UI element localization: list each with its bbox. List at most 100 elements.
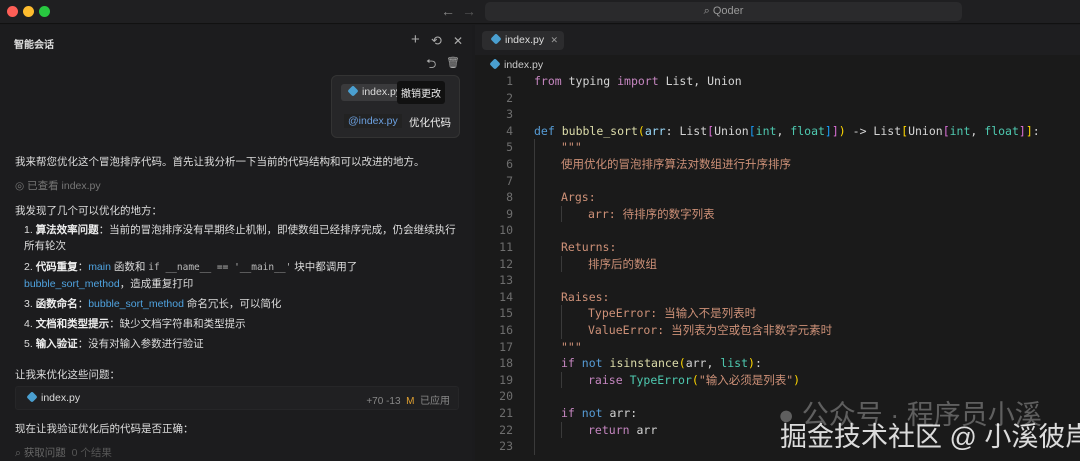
code-token: arr, [685, 356, 721, 371]
code-line[interactable]: 使用优化的冒泡排序算法对数组进行升序排序 [561, 156, 791, 173]
line-number: 17 [499, 339, 513, 354]
code-line[interactable]: Args: [561, 189, 596, 206]
minimize-window-button[interactable] [23, 6, 34, 17]
code-line[interactable]: from typing import List, Union [534, 73, 742, 90]
tool-result: 0 个结果 [71, 447, 112, 459]
undo-icon[interactable]: ⮌ [426, 55, 436, 77]
panel-title: 智能会话 [14, 40, 54, 51]
code-line[interactable]: raise TypeError("输入必须是列表") [588, 372, 800, 389]
code-link[interactable]: bubble_sort_method [88, 298, 184, 310]
maximize-window-button[interactable] [39, 6, 50, 17]
code-token: typing [561, 74, 618, 88]
code-line[interactable]: return arr [588, 422, 657, 439]
code-token: not [581, 356, 603, 371]
code-token: 排序后的数组 [588, 256, 657, 271]
code-line[interactable]: def bubble_sort(arr: List[Union[int, flo… [534, 123, 1040, 140]
indent-guide [534, 421, 535, 439]
command-search[interactable]: ⌕ Qoder [485, 2, 962, 21]
indent-guide [534, 139, 535, 156]
history-icon[interactable]: ⟲ [431, 33, 442, 49]
line-number: 18 [499, 356, 513, 371]
trash-icon[interactable]: 🗑 [446, 56, 460, 69]
indent-guide [534, 305, 535, 322]
indent-guide [534, 288, 535, 306]
indent-guide [534, 322, 535, 339]
list-item: 3. 函数命名：bubble_sort_method 命名冗长，可以简化 [24, 298, 282, 310]
code-token: ] [831, 123, 839, 138]
user-prompt: 优化代码 [409, 117, 451, 129]
forward-arrow-icon[interactable]: → [462, 3, 476, 19]
code-token: ( [678, 356, 686, 371]
code-token: float [984, 123, 1019, 138]
file-mention[interactable]: @index.py [344, 114, 402, 128]
code-token: ) [793, 372, 801, 387]
python-file-icon [490, 33, 502, 45]
list-item: 1. 算法效率问题：当前的冒泡排序没有早期终止机制，即使数组已经排序完成，仍会继… [24, 224, 456, 252]
viewed-label: 已查看 [27, 180, 59, 192]
code-token: return [588, 422, 630, 437]
close-icon[interactable]: ✕ [453, 34, 463, 48]
new-chat-plus-icon[interactable]: + [411, 31, 420, 48]
breadcrumb-file: index.py [504, 59, 544, 71]
list-item: 2. 代码重复：main 函数和 if __name__ == '__main_… [24, 261, 358, 290]
code-link[interactable]: bubble_sort_method [24, 278, 120, 290]
tab-close-icon[interactable]: ✕ [550, 31, 558, 50]
close-window-button[interactable] [7, 6, 18, 17]
code-token: ValueError: 当列表为空或包含非数字元素时 [588, 323, 833, 337]
line-number: 1 [506, 74, 513, 88]
search-label: Qoder [712, 5, 744, 17]
modified-badge: M [406, 396, 415, 407]
eye-icon: ◎ [15, 180, 28, 192]
line-number: 7 [506, 173, 513, 188]
code-token: int [755, 123, 777, 138]
code-token: if [561, 406, 575, 420]
lines-added: +70 [366, 396, 384, 407]
indent-guide [534, 255, 535, 273]
code-line[interactable]: Raises: [561, 289, 609, 306]
indent-guide [534, 205, 535, 223]
code-line[interactable]: if not isinstance(arr, list): [561, 355, 762, 372]
viewed-file-status[interactable]: ◎ 已查看 index.py [15, 178, 101, 193]
code-token: Args: [561, 190, 596, 205]
indent-guide [561, 371, 562, 389]
line-number: 10 [499, 223, 513, 238]
line-number: 19 [499, 372, 513, 387]
line-number: 21 [499, 406, 513, 420]
indent-guide [534, 239, 535, 256]
file-chip[interactable]: index.py [341, 84, 399, 101]
back-arrow-icon[interactable]: ← [441, 3, 455, 19]
code-token: : [754, 356, 762, 371]
code-token: arr: 待排序的数字列表 [588, 206, 715, 221]
tab-index-py[interactable]: index.py ✕ [482, 31, 564, 50]
line-number: 12 [499, 256, 513, 271]
indent-guide [561, 255, 562, 273]
assistant-intro: 我来帮您优化这个冒泡排序代码。首先让我分析一下当前的代码结构和可以改进的地方。 [15, 156, 425, 168]
code-line[interactable]: if not arr: [561, 405, 637, 422]
code-token: ] [1025, 123, 1033, 138]
code-token: : [1032, 123, 1040, 138]
tooltip: 撤销更改 [397, 81, 445, 104]
edited-file-card[interactable]: index.py +70 -13 M 已应用 [15, 386, 459, 410]
code-line[interactable]: """ [561, 139, 582, 156]
code-token: arr [644, 123, 666, 138]
code-line[interactable]: arr: 待排序的数字列表 [588, 206, 715, 223]
code-line[interactable]: ValueError: 当列表为空或包含非数字元素时 [588, 322, 832, 339]
indent-guide [534, 371, 535, 389]
code-line[interactable]: """ [561, 339, 582, 356]
line-number: 2 [506, 90, 513, 105]
line-number: 4 [506, 123, 513, 138]
code-link[interactable]: main [88, 261, 111, 273]
line-number: 20 [499, 389, 513, 404]
code-line[interactable]: TypeError: 当输入不是列表时 [588, 305, 756, 322]
tool-call-status[interactable]: ⌕ 获取问题 0 个结果 [15, 445, 112, 460]
code-line[interactable]: Returns: [561, 239, 616, 256]
code-token: -> List [845, 123, 902, 138]
code-token: 使用优化的冒泡排序算法对数组进行升序排序 [561, 157, 791, 171]
indent-guide [534, 189, 535, 206]
code-line[interactable]: 排序后的数组 [588, 256, 657, 273]
line-number: 22 [499, 422, 513, 437]
breadcrumb[interactable]: index.py [489, 58, 544, 71]
title-bar: ← → ⌕ Qoder [0, 0, 1080, 24]
